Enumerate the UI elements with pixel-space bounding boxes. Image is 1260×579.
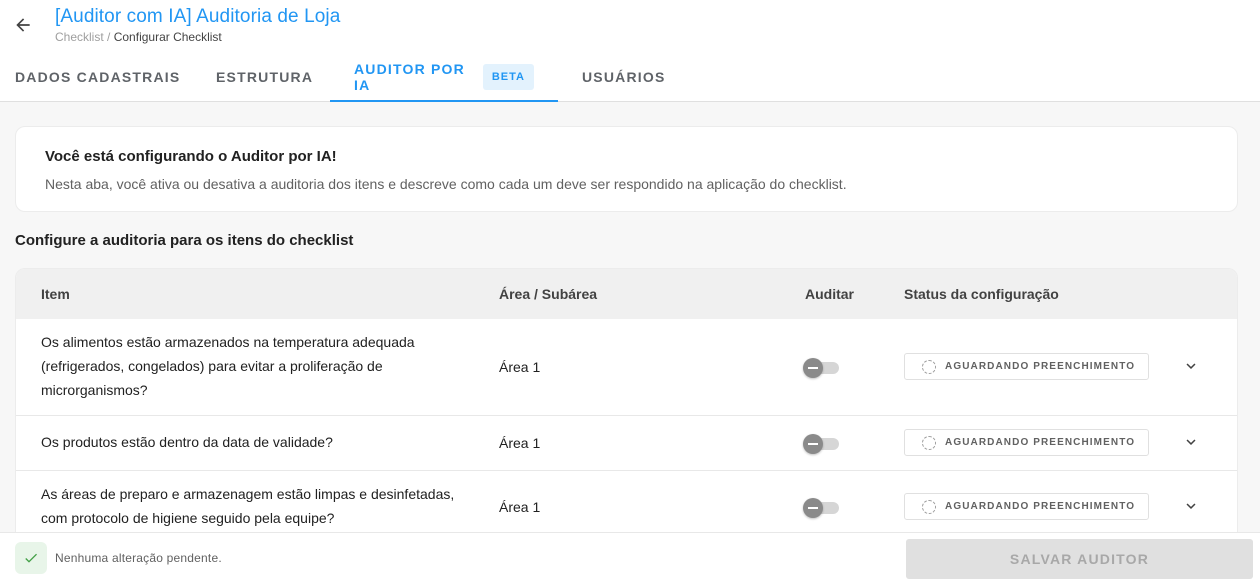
status-text: AGUARDANDO PREENCHIMENTO [945, 361, 1136, 372]
chevron-down-icon [1186, 503, 1196, 509]
toggle-thumb [803, 434, 823, 454]
column-header-status: Status da configuração [904, 286, 1059, 302]
status-badge: AGUARDANDO PREENCHIMENTO [904, 493, 1149, 520]
dashed-circle-icon [922, 435, 936, 450]
breadcrumb-separator: / [107, 30, 111, 44]
audit-items-table: Item Área / Subárea Auditar Status da co… [15, 268, 1238, 538]
status-badge: AGUARDANDO PREENCHIMENTO [904, 429, 1149, 456]
toggle-thumb [803, 358, 823, 378]
table-row: Os alimentos estão armazenados na temper… [16, 319, 1237, 416]
chevron-down-icon [1186, 363, 1196, 369]
item-question-line: (refrigerados, congelados) para evitar a… [41, 358, 383, 374]
column-header-area: Área / Subárea [499, 286, 598, 302]
item-question-line: Os produtos estão dentro da data de vali… [41, 434, 333, 450]
item-area: Área 1 [499, 359, 541, 375]
breadcrumb: Checklist / Configurar Checklist [55, 30, 222, 44]
table-row: Os produtos estão dentro da data de vali… [16, 416, 1237, 471]
audit-toggle[interactable] [803, 497, 839, 518]
expand-row-button[interactable] [1180, 355, 1202, 377]
item-question: Os produtos estão dentro da data de vali… [41, 430, 481, 454]
check-icon [25, 553, 37, 563]
page-header: [Auditor com IA] Auditoria de Loja Check… [0, 0, 1260, 48]
item-area: Área 1 [499, 435, 541, 451]
item-question: As áreas de preparo e armazenagem estão … [41, 482, 501, 530]
breadcrumb-current: Configurar Checklist [113, 30, 222, 44]
audit-toggle[interactable] [803, 357, 839, 378]
breadcrumb-parent-link[interactable]: Checklist [55, 30, 104, 44]
info-card-description: Nesta aba, você ativa ou desativa a audi… [45, 176, 847, 192]
item-question-line: Os alimentos estão armazenados na temper… [41, 334, 415, 350]
section-title: Configure a auditoria para os itens do c… [15, 232, 354, 249]
column-header-audit: Auditar [805, 286, 854, 302]
tab-bar: DADOS CADASTRAIS ESTRUTURA AUDITOR POR I… [0, 52, 1260, 102]
page-title: [Auditor com IA] Auditoria de Loja [55, 6, 341, 27]
table-header: Item Área / Subárea Auditar Status da co… [16, 269, 1237, 319]
audit-toggle[interactable] [803, 433, 839, 454]
chevron-down-icon [1186, 439, 1196, 445]
tab-label: USUÁRIOS [582, 68, 666, 85]
toggle-thumb [803, 498, 823, 518]
dashed-circle-icon [922, 359, 936, 374]
beta-badge: BETA [482, 63, 534, 90]
main-content: Você está configurando o Auditor por IA!… [0, 102, 1260, 538]
tab-label: DADOS CADASTRAIS [15, 68, 181, 85]
tab-usuarios[interactable]: USUÁRIOS [582, 52, 666, 101]
table-row: As áreas de preparo e armazenagem estão … [16, 471, 1237, 537]
back-button[interactable] [10, 12, 36, 38]
pending-changes-text: Nenhuma alteração pendente. [55, 551, 222, 565]
info-card: Você está configurando o Auditor por IA!… [15, 126, 1238, 212]
expand-row-button[interactable] [1180, 495, 1202, 517]
info-card-title: Você está configurando o Auditor por IA! [45, 148, 337, 165]
item-question-line: microrganismos? [41, 382, 148, 398]
save-auditor-button[interactable]: SALVAR AUDITOR [906, 539, 1253, 579]
tab-dados-cadastrais[interactable]: DADOS CADASTRAIS [15, 52, 180, 101]
footer-bar: Nenhuma alteração pendente. SALVAR AUDIT… [0, 532, 1260, 579]
item-question-line: com protocolo de higiene seguido pela eq… [41, 510, 335, 526]
tab-estrutura[interactable]: ESTRUTURA [216, 52, 313, 101]
tab-label: ESTRUTURA [216, 68, 314, 85]
pending-status-indicator [15, 542, 47, 574]
status-text: AGUARDANDO PREENCHIMENTO [945, 501, 1136, 512]
status-text: AGUARDANDO PREENCHIMENTO [945, 437, 1136, 448]
column-header-item: Item [41, 286, 70, 302]
tab-auditor-por-ia[interactable]: AUDITOR POR IA BETA [330, 52, 558, 102]
item-question-line: As áreas de preparo e armazenagem estão … [41, 486, 455, 502]
arrow-left-icon [16, 18, 30, 32]
tab-label: AUDITOR POR IA [354, 60, 465, 93]
dashed-circle-icon [922, 499, 936, 514]
item-area: Área 1 [499, 499, 541, 515]
status-badge: AGUARDANDO PREENCHIMENTO [904, 353, 1149, 380]
item-question: Os alimentos estão armazenados na temper… [41, 330, 481, 402]
expand-row-button[interactable] [1180, 431, 1202, 453]
